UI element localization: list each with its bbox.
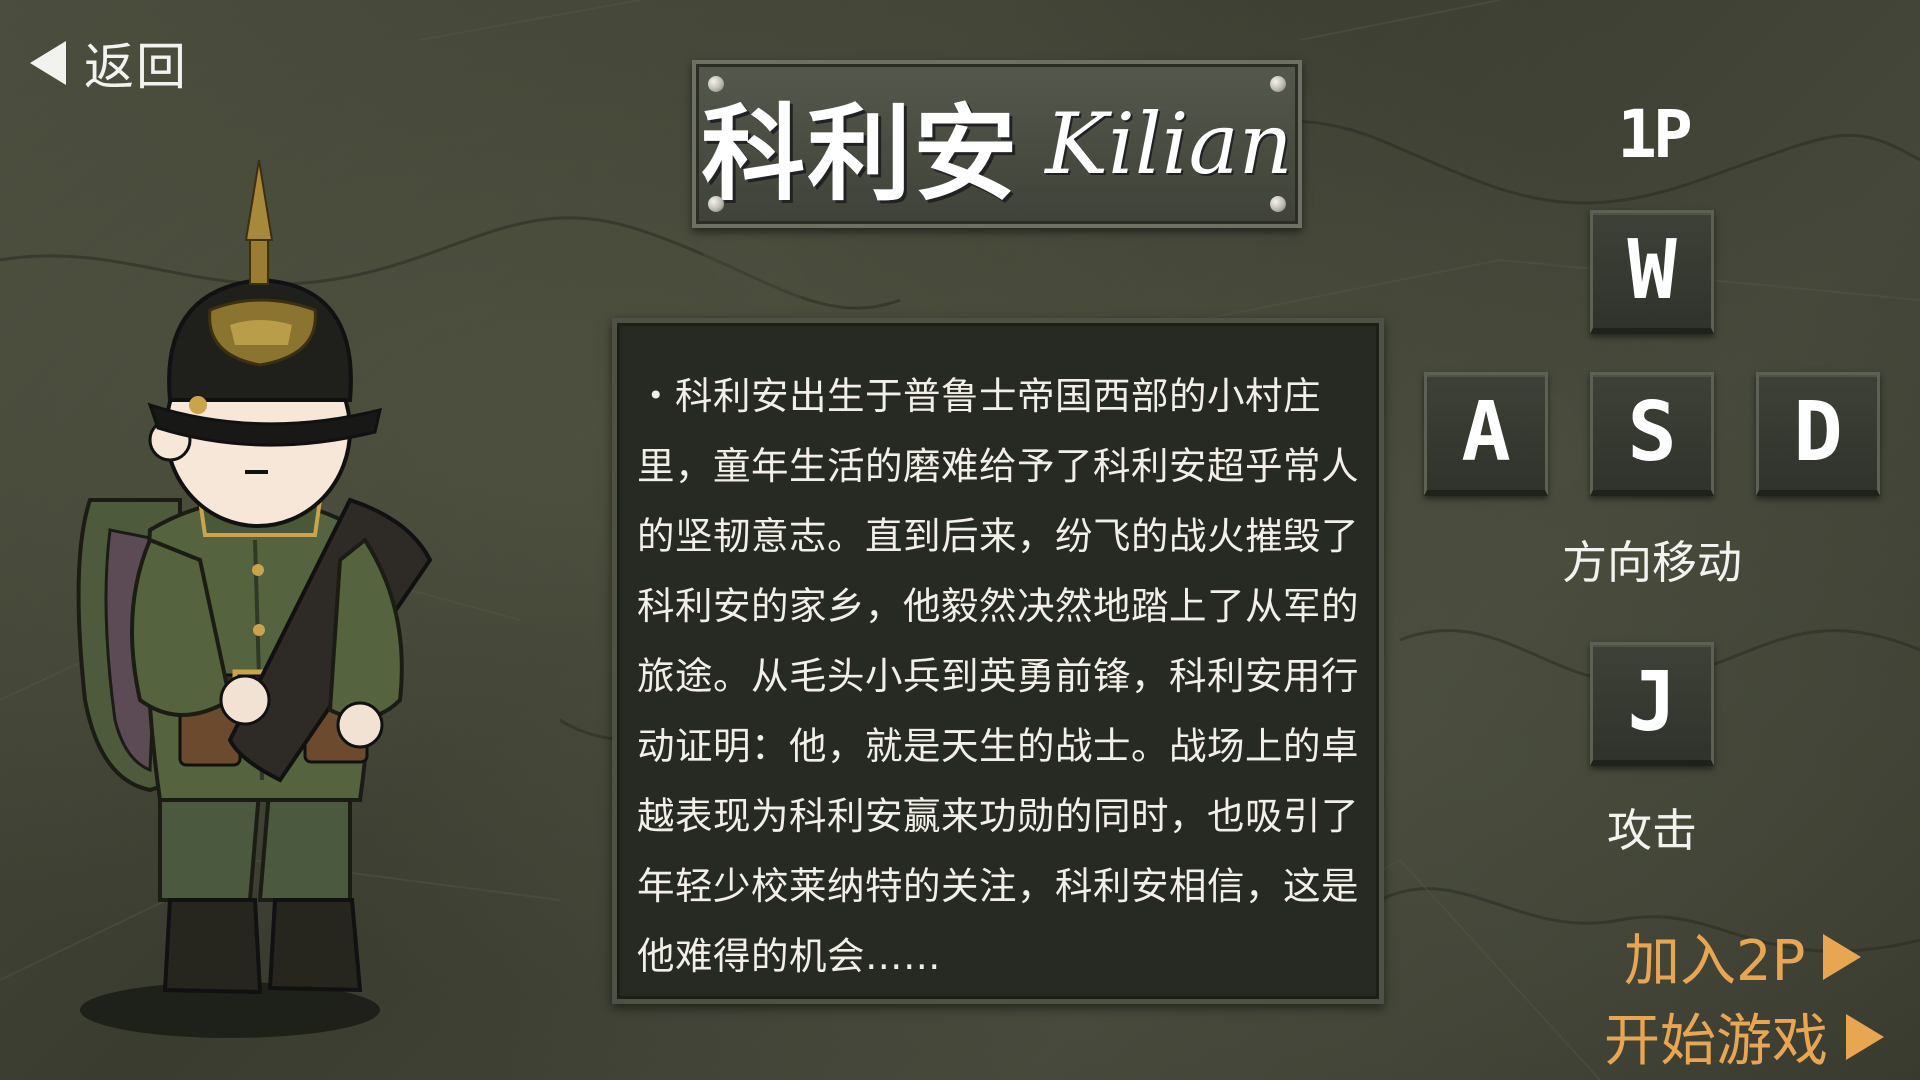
character-name-cn: 科利安 bbox=[701, 92, 1020, 215]
character-name-en: Kilian bbox=[1045, 95, 1293, 193]
key-w[interactable]: W bbox=[1590, 210, 1714, 334]
key-d[interactable]: D bbox=[1756, 372, 1880, 496]
back-button[interactable]: 返回 bbox=[30, 32, 188, 96]
kilian-soldier-illustration bbox=[76, 159, 433, 1038]
play-arrow-icon bbox=[1823, 933, 1862, 980]
start-game-label: 开始游戏 bbox=[1604, 1009, 1828, 1074]
rivet-icon bbox=[1270, 196, 1286, 212]
key-a[interactable]: A bbox=[1424, 372, 1548, 496]
join-2p-button[interactable]: 加入2P bbox=[1624, 916, 1862, 997]
rivet-icon bbox=[708, 76, 724, 92]
play-arrow-icon bbox=[1846, 1013, 1884, 1060]
key-s[interactable]: S bbox=[1590, 372, 1714, 496]
character-select-screen: 返回 科利安 Kilian ・科利安出生于普鲁士帝国西部的小村庄里，童年生活的磨… bbox=[0, 0, 1920, 1080]
key-s-label: S bbox=[1627, 385, 1677, 480]
character-description: ・科利安出生于普鲁士帝国西部的小村庄里，童年生活的磨难给予了科利安超乎常人的坚韧… bbox=[637, 374, 1359, 978]
back-triangle-icon bbox=[30, 41, 66, 85]
key-w-label: W bbox=[1627, 223, 1677, 318]
character-description-panel: ・科利安出生于普鲁士帝国西部的小村庄里，童年生活的磨难给予了科利安超乎常人的坚韧… bbox=[612, 318, 1384, 1004]
player-label: 1P bbox=[1617, 96, 1692, 173]
key-j[interactable]: J bbox=[1590, 642, 1714, 766]
join-2p-label: 加入2P bbox=[1624, 929, 1806, 994]
start-game-button[interactable]: 开始游戏 bbox=[1604, 996, 1884, 1077]
attack-label: 攻击 bbox=[1606, 804, 1697, 857]
back-label: 返回 bbox=[84, 38, 188, 96]
move-label: 方向移动 bbox=[1561, 536, 1742, 589]
key-d-label: D bbox=[1793, 385, 1843, 480]
rivet-icon bbox=[708, 196, 724, 212]
key-a-label: A bbox=[1461, 385, 1511, 480]
rivet-icon bbox=[1270, 76, 1286, 92]
character-nameplate: 科利安 Kilian bbox=[692, 60, 1302, 228]
key-j-label: J bbox=[1627, 655, 1677, 750]
